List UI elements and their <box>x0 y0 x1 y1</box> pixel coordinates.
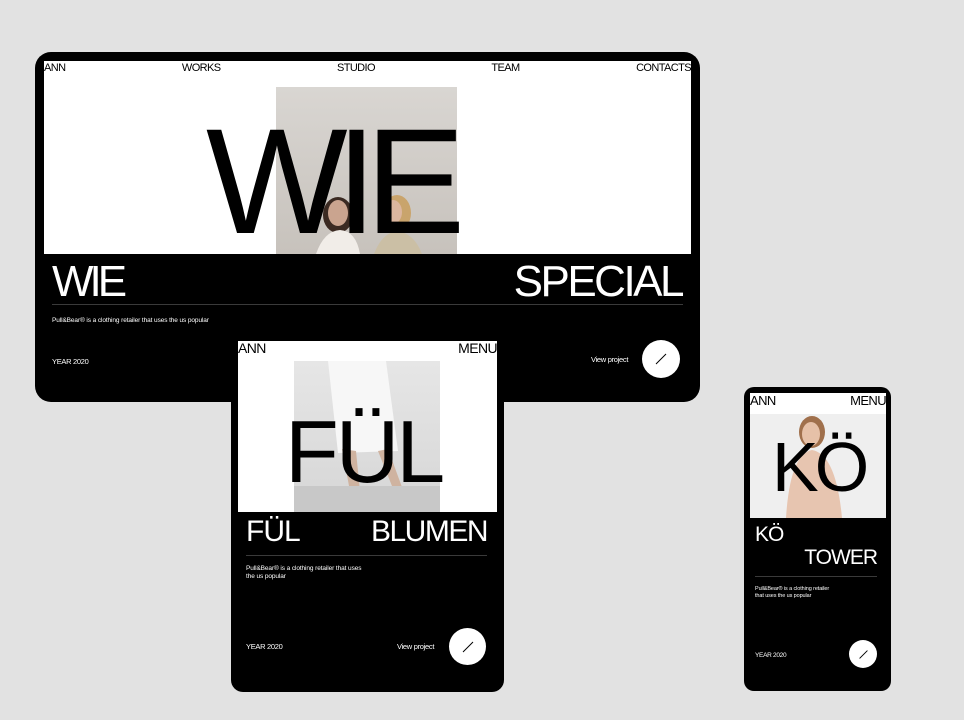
desktop-title-left: WIE <box>52 257 127 306</box>
tablet-hero-screen: ANN MENU FÜL <box>238 341 497 512</box>
tablet-arrow-button[interactable] <box>449 628 486 665</box>
mobile-title-line2: TOWER <box>804 546 878 569</box>
arrow-icon <box>655 353 667 365</box>
nav-team[interactable]: TEAM <box>491 62 520 74</box>
desktop-divider <box>52 304 683 305</box>
desktop-nav: ANN WORKS STUDIO TEAM CONTACTS <box>44 61 691 75</box>
mobile-hero-word: KÖ <box>772 428 869 506</box>
tablet-hero-word: FÜL <box>285 402 445 501</box>
mobile-title-line1: KÖ <box>755 523 784 546</box>
tablet-nav: ANN MENU <box>238 341 497 355</box>
desktop-hero-screen: ANN WORKS STUDIO TEAM CONTACTS WIE <box>44 61 691 254</box>
desktop-title-right: SPECIAL <box>513 257 685 306</box>
mobile-divider <box>755 576 877 577</box>
tablet-title-right: BLUMEN <box>370 515 489 548</box>
mobile-hero-screen: ANN MENU KÖ <box>750 393 886 518</box>
nav-ann[interactable]: ANN <box>44 62 66 74</box>
desktop-hero-word: WIE <box>206 97 465 254</box>
tablet-description: Pull&Bear® is a clothing retailer that u… <box>246 565 362 581</box>
tablet-year: YEAR 2020 <box>246 642 283 651</box>
mobile-description: Pull&Bear® is a clothing retailer that u… <box>755 586 830 599</box>
nav-studio[interactable]: STUDIO <box>337 62 376 74</box>
mobile-mockup: ANN MENU KÖ KÖ TOWER Pull&Bear® is a clo… <box>744 387 891 691</box>
arrow-icon <box>462 641 473 652</box>
mobile-nav-menu[interactable]: MENU <box>850 394 886 407</box>
arrow-icon <box>858 649 868 659</box>
tablet-divider <box>246 555 487 556</box>
mobile-nav: ANN MENU <box>750 393 886 407</box>
mobile-nav-ann[interactable]: ANN <box>750 394 776 407</box>
nav-works[interactable]: WORKS <box>182 62 221 74</box>
desktop-year: YEAR 2020 <box>52 357 89 366</box>
tablet-nav-menu[interactable]: MENU <box>458 341 497 355</box>
tablet-view-project-link[interactable]: View project <box>397 642 434 651</box>
mobile-year: YEAR 2020 <box>755 652 787 659</box>
tablet-mockup: ANN MENU FÜL FÜL BLUMEN Pull&Bear® is a … <box>231 334 504 692</box>
mobile-arrow-button[interactable] <box>849 640 877 668</box>
tablet-nav-ann[interactable]: ANN <box>238 341 266 355</box>
desktop-description: Pull&Bear® is a clothing retailer that u… <box>52 317 209 324</box>
desktop-view-project-link[interactable]: View project <box>591 355 628 364</box>
tablet-title-left: FÜL <box>246 515 301 548</box>
desktop-arrow-button[interactable] <box>642 340 680 378</box>
nav-contacts[interactable]: CONTACTS <box>636 62 691 74</box>
